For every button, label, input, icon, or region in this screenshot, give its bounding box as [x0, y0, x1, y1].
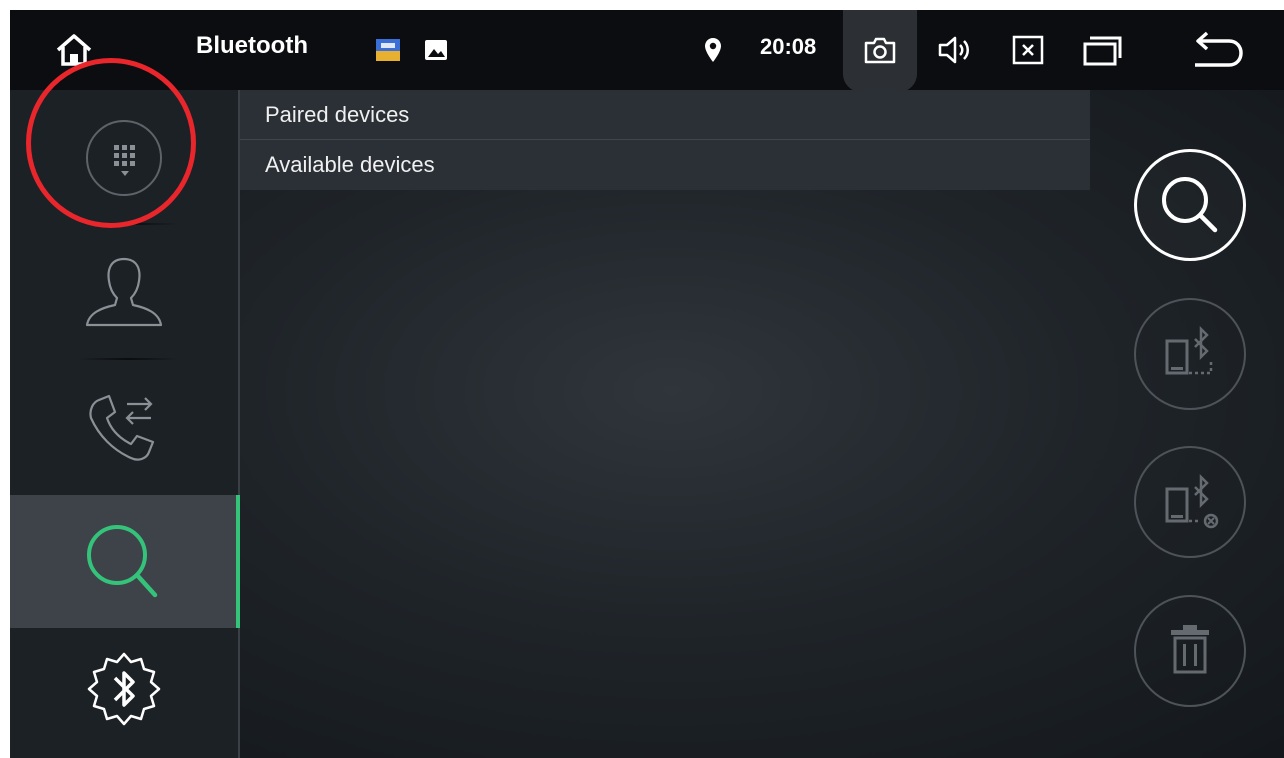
active-indicator	[236, 495, 240, 628]
camera-icon[interactable]	[862, 32, 898, 68]
trash-icon	[1171, 625, 1209, 674]
image-icon	[423, 38, 449, 62]
delete-device-button[interactable]	[1134, 595, 1246, 707]
call-log-icon	[89, 394, 155, 461]
contact-icon	[85, 257, 163, 326]
search-icon	[1162, 177, 1218, 233]
sidebar-item-search-devices[interactable]	[10, 495, 238, 628]
connect-device-button[interactable]	[1134, 298, 1246, 410]
volume-icon[interactable]	[935, 30, 975, 70]
device-list: Paired devices Available devices	[240, 90, 1090, 190]
screen: Bluetooth 20:08 Paired devices Available…	[10, 10, 1284, 758]
location-icon	[702, 36, 724, 64]
home-icon[interactable]	[50, 28, 98, 72]
sidebar-item-call-log[interactable]	[10, 360, 238, 495]
list-item-paired-devices[interactable]: Paired devices	[240, 90, 1090, 140]
app-title: Bluetooth	[196, 32, 308, 59]
dialpad-icon	[86, 119, 162, 196]
search-icon	[87, 524, 158, 597]
disconnect-device-button[interactable]	[1134, 446, 1246, 558]
connect-device-icon	[1165, 325, 1213, 375]
sidebar-item-dialpad[interactable]	[10, 90, 238, 225]
disconnect-device-icon	[1165, 473, 1219, 529]
back-icon[interactable]	[1190, 30, 1246, 70]
list-item-available-devices[interactable]: Available devices	[240, 140, 1090, 190]
app-thumbnail-icon	[375, 38, 401, 62]
sidebar-item-bluetooth-settings[interactable]	[10, 628, 238, 758]
close-window-icon[interactable]	[1010, 32, 1046, 68]
sidebar-divider	[238, 90, 240, 758]
status-bar: Bluetooth 20:08	[10, 10, 1284, 92]
sidebar-item-contacts[interactable]	[10, 225, 238, 360]
clock-time: 20:08	[760, 34, 817, 59]
search-button[interactable]	[1134, 149, 1246, 261]
recent-apps-icon[interactable]	[1080, 32, 1126, 68]
bluetooth-settings-icon	[87, 652, 161, 726]
